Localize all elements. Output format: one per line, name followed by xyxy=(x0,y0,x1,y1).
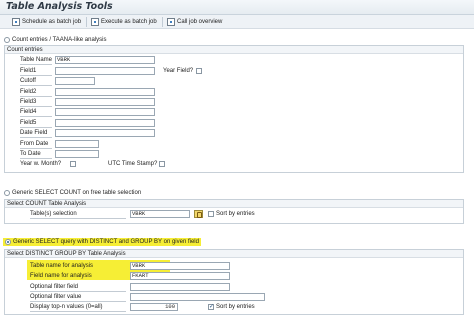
table-name-input[interactable]: VBRK xyxy=(55,56,155,64)
to-date-input[interactable] xyxy=(55,150,99,158)
table-name-analysis-input[interactable]: VBRK xyxy=(130,262,230,270)
label-underline xyxy=(20,68,52,76)
multiple-selection-icon[interactable] xyxy=(194,210,203,218)
optional-filter-field-input[interactable] xyxy=(130,283,230,291)
count-entries-radio-label: Count entries / TAANA-like analysis xyxy=(12,37,107,43)
toolbar-separator xyxy=(86,17,87,27)
radio-button[interactable] xyxy=(4,37,10,43)
label-underline xyxy=(30,284,126,292)
table-name-analysis-label: Table name for analysis xyxy=(30,263,94,269)
clock-icon xyxy=(12,18,20,26)
field4-input[interactable] xyxy=(55,108,155,116)
display-top-n-input[interactable]: 100 xyxy=(130,303,178,311)
execute-batch-job-button[interactable]: Execute as batch job xyxy=(91,17,157,27)
label-underline xyxy=(20,78,52,86)
radio-button[interactable] xyxy=(4,190,10,196)
label-underline xyxy=(20,89,52,97)
field3-input[interactable] xyxy=(55,98,155,106)
call-job-overview-label: Call job overview xyxy=(177,19,223,25)
call-job-overview-button[interactable]: Call job overview xyxy=(167,17,222,27)
year-month-label: Year w. Month? xyxy=(20,161,62,167)
year-field-label: Year Field? xyxy=(163,68,194,74)
sort-by-entries-checkbox-distinct[interactable] xyxy=(208,303,214,310)
distinct-group-by-group-title: Select DISTINCT GROUP BY Table Analysis xyxy=(5,250,463,258)
from-date-input[interactable] xyxy=(55,140,99,148)
cutoff-input[interactable] xyxy=(55,77,95,85)
label-underline xyxy=(20,109,52,117)
page-title: Table Analysis Tools xyxy=(6,1,113,12)
field-name-analysis-input[interactable]: FKART xyxy=(130,272,230,280)
label-underline xyxy=(20,141,52,149)
date-field-input[interactable] xyxy=(55,129,155,137)
label-underline xyxy=(20,130,52,138)
distinct-group-radio-label: Generic SELECT query with DISTINCT and G… xyxy=(13,239,199,245)
execute-batch-job-label: Execute as batch job xyxy=(101,19,157,25)
label-underline xyxy=(30,304,126,312)
year-field-checkbox[interactable] xyxy=(196,68,202,74)
field2-input[interactable] xyxy=(55,88,155,96)
radio-button-selected[interactable] xyxy=(5,239,11,245)
overview-icon xyxy=(167,18,175,26)
count-entries-group-title: Count entries xyxy=(5,46,463,54)
execute-icon xyxy=(91,18,99,26)
count-entries-radio[interactable]: Count entries / TAANA-like analysis xyxy=(4,37,106,43)
year-month-checkbox[interactable] xyxy=(70,161,76,167)
label-underline xyxy=(20,120,52,128)
select-count-group-title: Select COUNT Table Analysis xyxy=(5,200,463,208)
field1-input[interactable] xyxy=(55,67,155,75)
label-underline xyxy=(20,57,52,65)
sort-by-entries-checkbox-count[interactable] xyxy=(208,211,214,217)
toolbar-separator xyxy=(162,17,163,27)
optional-filter-value-input[interactable] xyxy=(130,293,265,301)
generic-count-radio[interactable]: Generic SELECT COUNT on free table selec… xyxy=(4,190,141,196)
label-underline xyxy=(30,294,126,302)
sort-by-entries-label-count: Sort by entries xyxy=(216,211,255,217)
label-underline xyxy=(20,151,52,159)
utc-time-stamp-checkbox[interactable] xyxy=(159,161,165,167)
label-underline xyxy=(20,99,52,107)
title-bar: Table Analysis Tools xyxy=(0,0,474,15)
sort-by-entries-label-distinct: Sort by entries xyxy=(216,304,255,310)
distinct-group-radio[interactable]: Generic SELECT query with DISTINCT and G… xyxy=(3,238,201,246)
field-name-analysis-label: Field name for analysis xyxy=(30,273,92,279)
field5-input[interactable] xyxy=(55,119,155,127)
schedule-batch-job-label: Schedule as batch job xyxy=(22,19,82,25)
label-underline xyxy=(30,211,126,219)
application-toolbar: Schedule as batch job Execute as batch j… xyxy=(0,15,474,29)
utc-time-stamp-label: UTC Time Stamp? xyxy=(108,161,158,167)
generic-count-radio-label: Generic SELECT COUNT on free table selec… xyxy=(12,190,142,196)
table-selection-input[interactable]: VBRK xyxy=(130,210,190,218)
schedule-batch-job-button[interactable]: Schedule as batch job xyxy=(12,17,81,27)
